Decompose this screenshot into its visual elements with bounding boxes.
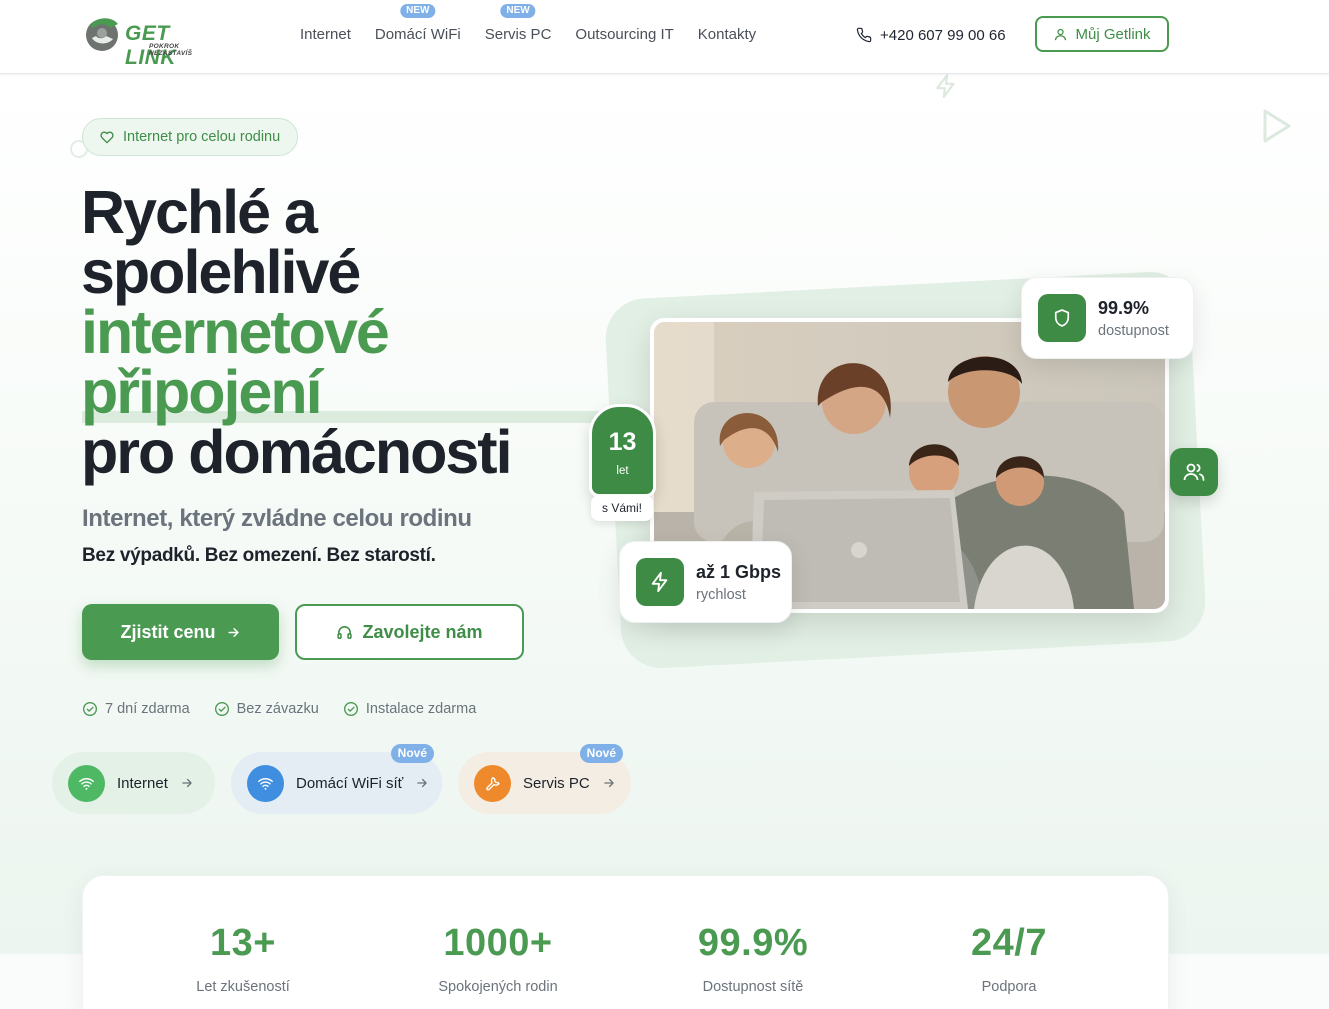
user-icon bbox=[1055, 28, 1067, 40]
headset-icon bbox=[337, 625, 353, 639]
speed-label: rychlost bbox=[696, 586, 746, 603]
stat-label: Dostupnost sítě bbox=[702, 979, 804, 995]
site-header: GET LINK POKROK NEZASTAVÍŠ Internet NEW D… bbox=[0, 0, 1329, 74]
account-button[interactable]: Můj Getlink bbox=[1035, 16, 1169, 52]
nav-item-label: Internet bbox=[300, 26, 351, 43]
check-circle-icon bbox=[83, 702, 97, 716]
new-badge: Nové bbox=[390, 744, 434, 763]
benefit-label: Bez závazku bbox=[236, 701, 319, 717]
benefit-label: 7 dní zdarma bbox=[105, 701, 190, 717]
headline-line-accent: připojení bbox=[81, 358, 323, 426]
stat-value: 1000+ bbox=[443, 922, 553, 964]
speed-value: až 1 Gbps bbox=[696, 561, 782, 582]
stat-label: Podpora bbox=[981, 979, 1037, 995]
stat-item: 24/7 Podpora bbox=[879, 921, 1139, 995]
arrow-right-icon bbox=[180, 776, 194, 790]
nav-item-label: Kontakty bbox=[697, 26, 757, 43]
uptime-card: 99.9% dostupnost bbox=[1021, 277, 1194, 359]
stats-panel: 13+ Let zkušeností 1000+ Spokojených rod… bbox=[82, 875, 1169, 1009]
call-us-button[interactable]: Zavolejte nám bbox=[295, 604, 524, 660]
bolt-icon bbox=[651, 571, 668, 593]
wrench-icon bbox=[485, 777, 500, 791]
benefit-item: 7 dní zdarma bbox=[82, 701, 190, 717]
stat-label: Let zkušeností bbox=[196, 979, 290, 995]
years-value: 13 bbox=[608, 428, 637, 456]
nav-item-servis-pc[interactable]: NEW Servis PC bbox=[484, 4, 552, 46]
bolt-icon-wrap bbox=[636, 558, 684, 606]
arrow-right-icon bbox=[227, 627, 239, 637]
service-icon-wrap bbox=[247, 764, 284, 802]
headline-line: Rychlé a bbox=[81, 178, 318, 246]
users-icon bbox=[1183, 463, 1205, 481]
stat-label: Spokojených rodin bbox=[438, 979, 558, 995]
uptime-value: 99.9% bbox=[1098, 297, 1150, 318]
stat-item: 1000+ Spokojených rodin bbox=[368, 921, 628, 995]
headline-line: pro domácnosti bbox=[81, 418, 513, 486]
stat-item: 13+ Let zkušeností bbox=[113, 921, 373, 995]
arrow-right-icon bbox=[415, 776, 429, 790]
logo[interactable]: GET LINK POKROK NEZASTAVÍŠ bbox=[82, 14, 222, 69]
hero-headline: Rychlé a spolehlivé internetové připojen… bbox=[81, 178, 513, 486]
nav-item-outsourcing-it[interactable]: Outsourcing IT bbox=[575, 24, 673, 46]
nav-item-label: Servis PC bbox=[484, 26, 552, 43]
phone-link[interactable]: +420 607 99 00 66 bbox=[856, 24, 1006, 46]
check-circle-icon bbox=[343, 702, 358, 716]
hero-subtitle: Internet, který zvládne celou rodinu bbox=[82, 505, 472, 532]
stat-value: 24/7 bbox=[971, 922, 1047, 964]
service-chip-pc-service[interactable]: Nové Servis PC bbox=[458, 744, 631, 814]
shield-icon bbox=[1054, 309, 1070, 327]
years-unit: let bbox=[616, 465, 629, 477]
phone-number: +420 607 99 00 66 bbox=[880, 26, 1006, 44]
benefit-item: Bez závazku bbox=[214, 701, 319, 717]
account-button-label: Můj Getlink bbox=[1075, 25, 1151, 43]
stat-value: 99.9% bbox=[697, 922, 809, 964]
new-badge: NEW bbox=[500, 4, 536, 18]
logo-icon bbox=[86, 18, 118, 51]
new-badge: NEW bbox=[400, 4, 436, 18]
nav-item-kontakty[interactable]: Kontakty bbox=[698, 24, 756, 46]
benefit-label: Instalace zdarma bbox=[365, 701, 477, 717]
hero-pill: Internet pro celou rodinu bbox=[82, 118, 299, 156]
uptime-label: dostupnost bbox=[1098, 322, 1169, 339]
wifi-icon bbox=[79, 777, 94, 790]
check-circle-icon bbox=[214, 702, 229, 716]
call-us-button-label: Zavolejte nám bbox=[362, 621, 483, 642]
new-badge: Nové bbox=[579, 744, 623, 763]
logo-tagline: POKROK NEZASTAVÍŠ bbox=[149, 43, 193, 57]
main-nav: Internet NEW Domácí WiFi NEW Servis PC Out… bbox=[300, 4, 780, 46]
wifi-icon bbox=[258, 777, 273, 790]
speed-card: až 1 Gbps rychlost bbox=[619, 541, 792, 623]
headline-line: spolehlivé bbox=[81, 238, 361, 306]
get-price-button[interactable]: Zjistit cenu bbox=[82, 604, 279, 660]
arrow-right-icon bbox=[602, 776, 616, 790]
stat-item: 99.9% Dostupnost sítě bbox=[623, 921, 883, 995]
service-label: Domácí WiFi síť bbox=[296, 774, 404, 792]
service-icon-wrap bbox=[474, 764, 511, 802]
service-chip-home-wifi[interactable]: Nové Domácí WiFi síť bbox=[231, 744, 442, 814]
service-chip-internet[interactable]: Internet bbox=[52, 752, 215, 814]
phone-icon bbox=[856, 27, 872, 43]
nav-item-internet[interactable]: Internet bbox=[300, 24, 351, 46]
get-price-button-label: Zjistit cenu bbox=[120, 621, 216, 642]
nav-item-domaci-wifi[interactable]: NEW Domácí WiFi bbox=[374, 4, 461, 46]
stat-value: 13+ bbox=[210, 922, 276, 964]
nav-item-label: Outsourcing IT bbox=[575, 26, 674, 43]
service-icon-wrap bbox=[68, 764, 105, 802]
shield-icon-wrap bbox=[1038, 294, 1086, 342]
years-badge: 13 let bbox=[589, 404, 656, 497]
heart-icon bbox=[100, 131, 114, 144]
users-button[interactable] bbox=[1170, 448, 1218, 496]
service-label: Internet bbox=[117, 774, 168, 792]
years-caption: s Vámi! bbox=[591, 495, 653, 521]
service-label: Servis PC bbox=[523, 774, 590, 792]
hero-tagline: Bez výpadků. Bez omezení. Bez starostí. bbox=[82, 545, 436, 566]
nav-item-label: Domácí WiFi bbox=[374, 26, 461, 43]
headline-line-accent: internetové bbox=[81, 298, 390, 366]
benefit-item: Instalace zdarma bbox=[343, 701, 476, 717]
benefit-list: 7 dní zdarma Bez závazku Instalace zdarm… bbox=[82, 701, 476, 717]
hero-pill-label: Internet pro celou rodinu bbox=[123, 129, 281, 145]
